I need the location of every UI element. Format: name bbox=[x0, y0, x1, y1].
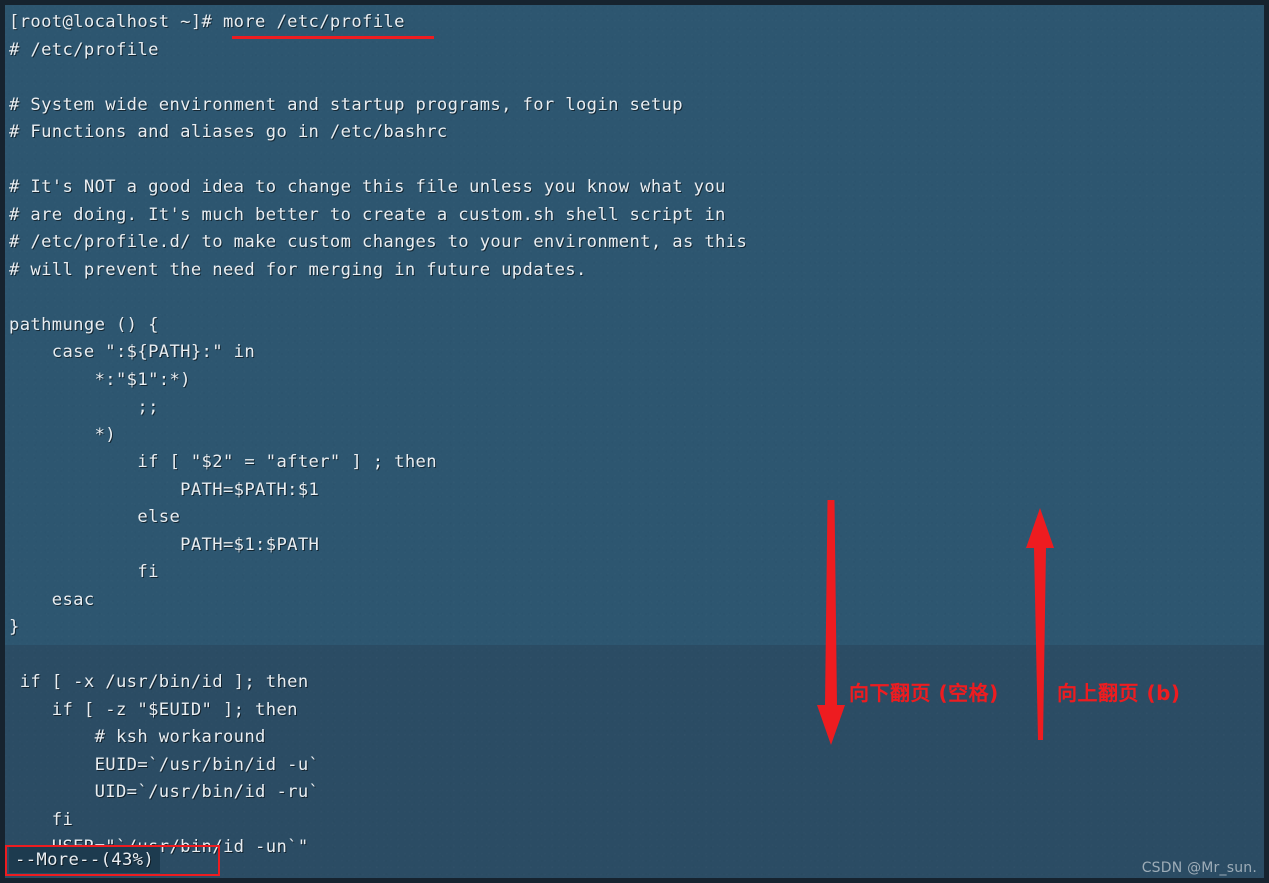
terminal-line: PATH=$1:$PATH bbox=[9, 534, 320, 555]
terminal-line: # /etc/profile.d/ to make custom changes… bbox=[9, 232, 748, 253]
terminal-screenshot: [root@localhost ~]# more /etc/profile # /… bbox=[0, 0, 1269, 883]
terminal-line: # System wide environment and startup pr… bbox=[9, 94, 683, 115]
terminal-line: # will prevent the need for merging in f… bbox=[9, 259, 587, 280]
terminal-line: esac bbox=[9, 589, 95, 610]
terminal-line: else bbox=[9, 507, 181, 528]
terminal-line: pathmunge () { bbox=[9, 314, 159, 335]
terminal-line: if [ "$2" = "after" ] ; then bbox=[9, 452, 437, 473]
terminal-line: *:"$1":*) bbox=[9, 369, 191, 390]
command-underline-highlight bbox=[232, 36, 434, 39]
terminal-line: case ":${PATH}:" in bbox=[9, 342, 256, 363]
terminal-line: # It's NOT a good idea to change this fi… bbox=[9, 177, 726, 198]
terminal-line: ;; bbox=[9, 397, 159, 418]
arrow-down-icon bbox=[817, 500, 845, 745]
watermark-label: CSDN @Mr_sun. bbox=[1141, 860, 1257, 876]
terminal-line: [root@localhost ~]# more /etc/profile bbox=[9, 12, 405, 32]
annotation-page-down-label: 向下翻页 (空格) bbox=[849, 681, 999, 705]
terminal-line: # ksh workaround bbox=[9, 727, 266, 748]
terminal-line: *) bbox=[9, 424, 116, 445]
more-status-highlight-box bbox=[5, 845, 220, 876]
terminal-line: # /etc/profile bbox=[9, 39, 159, 60]
terminal-line: } bbox=[9, 617, 20, 638]
terminal-line: UID=`/usr/bin/id -ru` bbox=[9, 782, 320, 803]
terminal-line: fi bbox=[9, 562, 159, 583]
annotation-page-up-label: 向上翻页 (b) bbox=[1057, 681, 1181, 705]
terminal-text-output: [root@localhost ~]# more /etc/profile # /… bbox=[9, 9, 1269, 883]
terminal-line: EUID=`/usr/bin/id -u` bbox=[9, 754, 320, 775]
arrow-up-icon bbox=[1026, 508, 1054, 740]
terminal-line: fi bbox=[9, 809, 74, 830]
terminal-line: PATH=$PATH:$1 bbox=[9, 479, 320, 500]
terminal-line: # are doing. It's much better to create … bbox=[9, 204, 726, 225]
terminal-line: # Functions and aliases go in /etc/bashr… bbox=[9, 122, 448, 143]
